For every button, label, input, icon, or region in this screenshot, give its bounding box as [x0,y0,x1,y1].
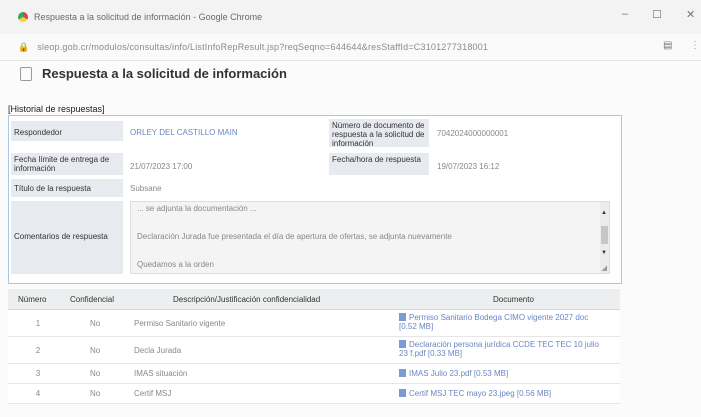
cell-confidential: No [90,319,101,328]
header-documento: Documento [493,295,534,304]
comments-line: Declaración Jurada fue presentada el día… [137,232,452,241]
header-numero: Número [18,295,47,304]
response-title-value: Subsane [130,184,162,193]
document-link[interactable]: Certif MSJ TEC mayo 23.jpeg [0.56 MB] [399,389,599,398]
reader-mode-icon[interactable]: ▤ [663,40,672,51]
comments-label: Comentarios de respuesta [11,201,123,274]
document-link[interactable]: Permiso Sanitario Bodega CIMO vigente 20… [399,313,599,331]
file-icon [399,389,406,397]
overflow-icon[interactable]: ⋮ [690,40,700,51]
cell-number: 2 [35,346,41,355]
header-confidencial: Confidencial [70,295,115,304]
maximize-button[interactable]: ☐ [652,8,662,21]
comments-line: ... se adjunta la documentación ... [137,204,257,213]
document-link-text[interactable]: Permiso Sanitario Bodega CIMO vigente 20… [399,313,588,331]
file-icon [399,369,406,377]
header-descripcion: Descripción/Justificación confidencialid… [173,295,321,304]
browser-titlebar: Respuesta a la solicitud de información … [0,0,701,34]
minimize-button[interactable]: – [622,8,628,20]
document-link-text[interactable]: Certif MSJ TEC mayo 23.jpeg [0.56 MB] [409,389,551,398]
table-row: 2 No Decla Jurada Declaración persona ju… [8,337,620,364]
cell-description: Permiso Sanitario vigente [134,319,226,328]
cell-description: IMAS situación [134,369,188,378]
response-date-label: Fecha/hora de respuesta [329,153,429,175]
page-title: Respuesta a la solicitud de información [42,66,287,81]
responder-value[interactable]: ORLEY DEL CASTILLO MAIN [130,128,238,137]
response-date-value: 19/07/2023 16:12 [437,162,500,171]
table-row: 3 No IMAS situación IMAS Julio 23.pdf [0… [8,364,620,384]
file-icon [399,313,406,321]
response-details: Respondedor ORLEY DEL CASTILLO MAIN Núme… [8,115,622,284]
cell-number: 1 [35,319,41,328]
table-header: Número Confidencial Descripción/Justific… [8,289,620,310]
lock-icon[interactable]: 🔒 [18,42,29,53]
deadline-label: Fecha límite de entrega de información [11,153,123,175]
document-icon [20,66,32,81]
comments-line: Quedamos a la orden [137,260,214,269]
table-row: 1 No Permiso Sanitario vigente Permiso S… [8,310,620,337]
comments-scrollbar[interactable]: ▲ ▼ [600,202,609,273]
chrome-icon [18,12,28,22]
cell-confidential: No [90,389,101,398]
doc-number-label: Número de documento de respuesta a la so… [329,119,429,148]
cell-confidential: No [90,369,101,378]
file-icon [399,340,406,348]
response-title-label: Título de la respuesta [11,179,123,197]
cell-confidential: No [90,346,101,355]
document-link[interactable]: IMAS Julio 23.pdf [0.53 MB] [399,369,599,378]
cell-description: Certif MSJ [134,389,172,398]
cell-number: 4 [35,389,41,398]
resize-grip-icon[interactable]: ◢ [602,264,607,272]
table-row: 4 No Certif MSJ Certif MSJ TEC mayo 23.j… [8,384,620,404]
window-title: Respuesta a la solicitud de información … [34,12,263,22]
close-button[interactable]: ✕ [686,8,695,21]
scroll-thumb[interactable] [601,226,608,244]
page-header: Respuesta a la solicitud de información [20,66,287,81]
document-link-text[interactable]: Declaración persona jurídica CCDE TEC TE… [399,340,599,358]
document-link[interactable]: Declaración persona jurídica CCDE TEC TE… [399,340,599,358]
deadline-value: 21/07/2023 17:00 [130,162,193,171]
document-link-text[interactable]: IMAS Julio 23.pdf [0.53 MB] [409,369,508,378]
history-link[interactable]: [Historial de respuestas] [8,104,105,114]
responder-label: Respondedor [11,121,123,141]
doc-number-value: 7042024000000001 [437,129,509,138]
cell-description: Decla Jurada [134,346,182,355]
address-bar[interactable]: 🔒 sleop.gob.cr/modulos/consultas/info/Li… [0,34,701,61]
comments-textarea[interactable]: ... se adjunta la documentación ... Decl… [130,201,610,274]
url-text[interactable]: sleop.gob.cr/modulos/consultas/info/List… [37,42,488,52]
scroll-up-arrow[interactable]: ▲ [601,210,607,216]
scroll-down-arrow[interactable]: ▼ [601,250,607,256]
cell-number: 3 [35,369,41,378]
